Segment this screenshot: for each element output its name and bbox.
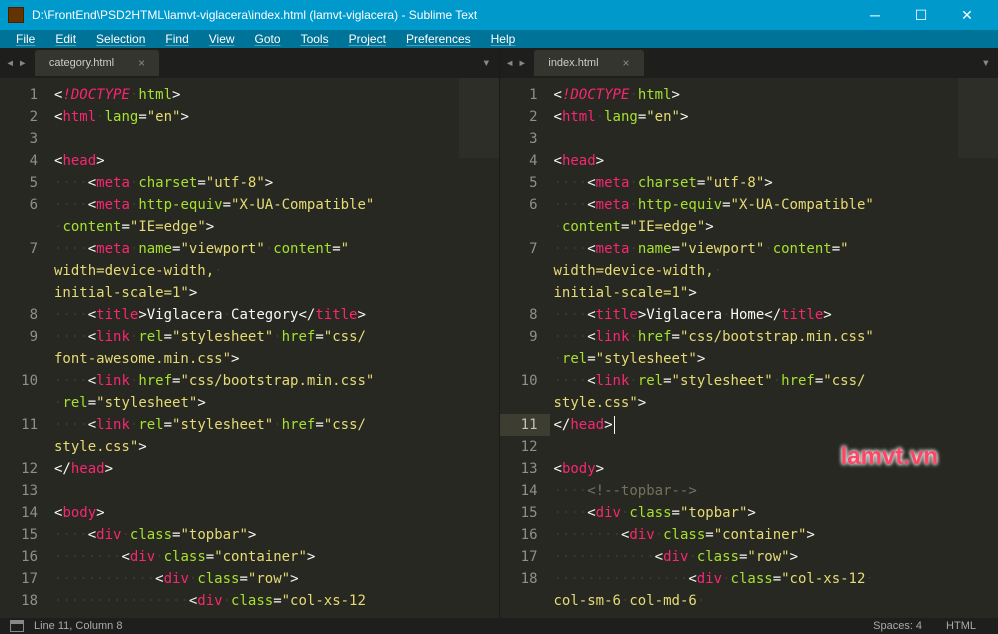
statusbar: Line 11, Column 8 Spaces: 4 HTML (0, 618, 998, 634)
menubar: File Edit Selection Find View Goto Tools… (0, 30, 998, 48)
line-number: 12 (506, 436, 538, 458)
editor-left[interactable]: 1 2 3 4 5 6 7 8 9 10 11 12 13 14 15 16 1… (0, 78, 499, 618)
menu-find[interactable]: Find (157, 30, 196, 48)
line-number: 10 (6, 370, 38, 392)
line-number: 1 (6, 84, 38, 106)
minimap-right[interactable] (958, 78, 998, 618)
editor-split-container: ◂ ▸ category.html × ▾ 1 2 3 4 5 6 7 8 9 … (0, 48, 998, 618)
status-spaces[interactable]: Spaces: 4 (861, 620, 934, 632)
panel-switcher-icon[interactable] (10, 620, 24, 632)
minimize-button[interactable]: ─ (852, 0, 898, 30)
window-title: D:\FrontEnd\PSD2HTML\lamvt-viglacera\ind… (32, 8, 852, 22)
line-number: 4 (506, 150, 538, 172)
tab-label: category.html (49, 57, 114, 69)
tab-index-html[interactable]: index.html × (534, 50, 643, 76)
menu-preferences[interactable]: Preferences (398, 30, 479, 48)
close-button[interactable]: ✕ (944, 0, 990, 30)
line-number: 2 (6, 106, 38, 128)
tab-menu-icon[interactable]: ▾ (482, 55, 490, 71)
line-number: 6 (6, 194, 38, 216)
line-number: 14 (506, 480, 538, 502)
maximize-button[interactable]: ☐ (898, 0, 944, 30)
line-number: 8 (506, 304, 538, 326)
line-number: 14 (6, 502, 38, 524)
editor-right[interactable]: 1 2 3 4 5 6 7 8 9 10 11 12 13 14 15 16 1… (500, 78, 998, 618)
tab-prev-icon[interactable]: ◂ (6, 55, 14, 71)
tab-menu-icon[interactable]: ▾ (982, 55, 990, 71)
tab-close-icon[interactable]: × (138, 56, 145, 70)
tab-close-icon[interactable]: × (623, 56, 630, 70)
caret (614, 416, 615, 434)
line-number-active: 11 (500, 414, 550, 436)
line-number: 5 (506, 172, 538, 194)
line-number: 3 (506, 128, 538, 150)
line-number: 15 (6, 524, 38, 546)
line-number: 5 (6, 172, 38, 194)
menu-project[interactable]: Project (341, 30, 394, 48)
gutter-left: 1 2 3 4 5 6 7 8 9 10 11 12 13 14 15 16 1… (0, 78, 50, 618)
status-syntax[interactable]: HTML (934, 620, 988, 632)
line-number: 18 (506, 568, 538, 590)
menu-tools[interactable]: Tools (293, 30, 337, 48)
tab-next-icon[interactable]: ▸ (18, 55, 26, 71)
line-number: 13 (506, 458, 538, 480)
code-right[interactable]: <!DOCTYPE·html> <html·lang="en"> <head> … (550, 78, 998, 618)
code-left[interactable]: <!DOCTYPE·html> <html·lang="en"> <head> … (50, 78, 499, 618)
line-number: 13 (6, 480, 38, 502)
line-number: 16 (506, 524, 538, 546)
line-number: 7 (6, 238, 38, 260)
line-number: 11 (6, 414, 38, 436)
menu-selection[interactable]: Selection (88, 30, 153, 48)
gutter-right: 1 2 3 4 5 6 7 8 9 10 11 12 13 14 15 16 1… (500, 78, 550, 618)
line-number: 17 (6, 568, 38, 590)
line-number: 2 (506, 106, 538, 128)
line-number: 1 (506, 84, 538, 106)
pane-left: ◂ ▸ category.html × ▾ 1 2 3 4 5 6 7 8 9 … (0, 48, 500, 618)
line-number: 17 (506, 546, 538, 568)
pane-right: ◂ ▸ index.html × ▾ 1 2 3 4 5 6 7 8 9 10 … (500, 48, 998, 618)
titlebar[interactable]: D:\FrontEnd\PSD2HTML\lamvt-viglacera\ind… (0, 0, 998, 30)
line-number: 9 (506, 326, 538, 348)
status-position[interactable]: Line 11, Column 8 (34, 620, 861, 632)
menu-edit[interactable]: Edit (47, 30, 84, 48)
line-number: 16 (6, 546, 38, 568)
line-number: 15 (506, 502, 538, 524)
tab-row-left: ◂ ▸ category.html × ▾ (0, 48, 499, 78)
tab-prev-icon[interactable]: ◂ (506, 55, 514, 71)
tab-label: index.html (548, 57, 598, 69)
line-number: 18 (6, 590, 38, 612)
line-number: 10 (506, 370, 538, 392)
menu-file[interactable]: File (8, 30, 43, 48)
tab-row-right: ◂ ▸ index.html × ▾ (500, 48, 998, 78)
menu-goto[interactable]: Goto (247, 30, 289, 48)
minimap-left[interactable] (459, 78, 499, 618)
line-number: 6 (506, 194, 538, 216)
line-number: 8 (6, 304, 38, 326)
tab-category-html[interactable]: category.html × (35, 50, 159, 76)
menu-help[interactable]: Help (483, 30, 524, 48)
line-number: 9 (6, 326, 38, 348)
line-number: 3 (6, 128, 38, 150)
line-number: 12 (6, 458, 38, 480)
tab-next-icon[interactable]: ▸ (518, 55, 526, 71)
app-icon (8, 7, 24, 23)
menu-view[interactable]: View (201, 30, 243, 48)
line-number: 4 (6, 150, 38, 172)
line-number: 7 (506, 238, 538, 260)
